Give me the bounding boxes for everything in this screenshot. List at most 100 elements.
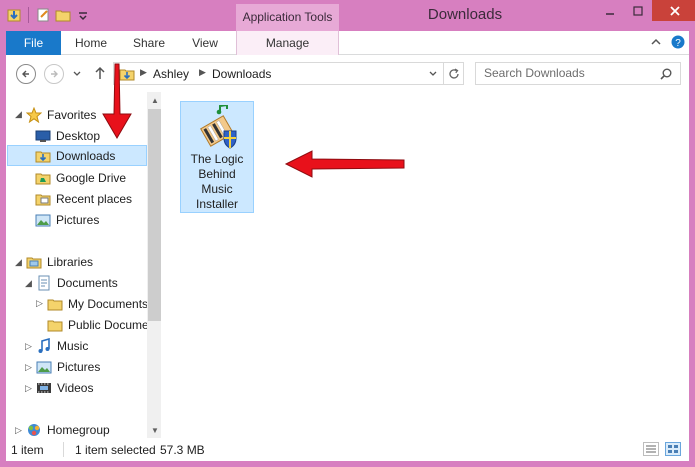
ribbon-tab-bar: File Home Share View Manage ?	[6, 31, 689, 55]
sidebar-item-homegroup[interactable]: Homegroup	[26, 419, 110, 438]
sidebar-item-music[interactable]: Music	[36, 335, 88, 356]
refresh-button[interactable]	[443, 63, 463, 84]
new-document-icon[interactable]	[35, 7, 51, 23]
sidebar-item-downloads[interactable]: Downloads	[7, 145, 147, 166]
title-bar: Application Tools Downloads	[0, 0, 695, 31]
properties-icon[interactable]	[6, 7, 22, 23]
view-switcher	[643, 442, 681, 456]
status-bar: 1 item 1 item selected 57.3 MB	[6, 438, 689, 461]
svg-text:?: ?	[675, 38, 681, 49]
tab-view[interactable]: View	[178, 31, 232, 55]
sidebar-item-recent-places[interactable]: Recent places	[35, 188, 132, 209]
expand-pictures-library-icon[interactable]: ▷	[25, 362, 32, 373]
back-arrow-icon	[22, 70, 29, 78]
tab-share[interactable]: Share	[122, 31, 176, 55]
search-box[interactable]	[475, 62, 681, 85]
sidebar-item-documents[interactable]: Documents	[36, 272, 118, 293]
sidebar-item-pictures[interactable]: Pictures	[35, 209, 99, 230]
address-bar[interactable]: ▶ Ashley ▶ Downloads	[113, 62, 464, 85]
scroll-down-icon[interactable]: ▼	[147, 422, 161, 438]
videos-icon	[37, 382, 51, 393]
sidebar-item-videos[interactable]: Videos	[36, 377, 93, 398]
file-item[interactable]: The Logic Behind Music Installer	[180, 101, 254, 213]
sidebar-item-my-documents[interactable]: My Documents	[47, 293, 148, 314]
sidebar-item-desktop[interactable]: Desktop	[35, 125, 100, 146]
pictures-icon	[35, 214, 51, 226]
window-title: Downloads	[427, 6, 503, 23]
installer-icon	[200, 105, 237, 149]
desktop-icon	[35, 130, 51, 142]
item-count: 1 item	[11, 443, 44, 457]
window-controls	[596, 0, 695, 22]
explorer-body: ◢ Favorites Desktop Downloads Google Dri…	[6, 92, 689, 438]
tab-home[interactable]: Home	[64, 31, 118, 55]
homegroup-icon	[28, 423, 40, 436]
scroll-up-icon[interactable]: ▲	[147, 92, 161, 108]
expand-videos-icon[interactable]: ▷	[25, 383, 32, 394]
explorer-window: Application Tools Downloads File Home Sh…	[0, 0, 695, 467]
ribbon-controls: ?	[651, 35, 685, 49]
file-list-pane[interactable]: The Logic Behind Music Installer	[164, 92, 689, 438]
libraries-header[interactable]: Libraries	[26, 251, 93, 272]
expand-libraries-icon[interactable]: ◢	[15, 257, 22, 268]
expand-documents-icon[interactable]: ◢	[25, 278, 32, 289]
downloads-folder-icon	[119, 69, 135, 81]
downloads-folder-icon	[35, 151, 51, 162]
details-view-glyph	[646, 445, 656, 453]
folder-icon	[47, 320, 63, 331]
star-icon	[26, 106, 42, 123]
music-icon	[38, 337, 50, 353]
tab-manage[interactable]: Manage	[236, 31, 339, 55]
maximize-icon	[633, 5, 643, 16]
search-icon[interactable]	[660, 68, 672, 80]
file-name: The Logic Behind Music Installer	[190, 152, 244, 211]
toolbar-separator	[28, 7, 29, 23]
recent-locations-chevron-icon[interactable]	[72, 69, 82, 79]
scrollbar-thumb[interactable]	[148, 109, 161, 321]
google-drive-icon	[35, 173, 51, 184]
navigation-bar: ▶ Ashley ▶ Downloads	[6, 55, 689, 92]
forward-button[interactable]	[44, 64, 64, 84]
folder-icon	[47, 299, 63, 310]
sidebar-item-public-documents[interactable]: Public Docume	[47, 314, 149, 335]
customize-toolbar-icon[interactable]	[75, 7, 91, 23]
chevron-down-icon	[429, 71, 437, 76]
help-icon[interactable]: ?	[671, 35, 685, 49]
up-arrow-icon[interactable]	[94, 66, 106, 80]
refresh-icon	[448, 67, 459, 79]
details-view-icon[interactable]	[643, 442, 659, 456]
large-icons-view-icon[interactable]	[665, 442, 681, 456]
expand-homegroup-icon[interactable]: ▷	[15, 425, 22, 436]
expand-music-icon[interactable]: ▷	[25, 341, 32, 352]
expand-ribbon-icon[interactable]	[651, 37, 661, 47]
documents-icon	[38, 275, 50, 290]
back-button[interactable]	[16, 64, 36, 84]
favorites-header[interactable]: Favorites	[26, 104, 96, 125]
minimize-button[interactable]	[596, 0, 624, 21]
sidebar-item-pictures-library[interactable]: Pictures	[36, 356, 100, 377]
expand-favorites-icon[interactable]: ◢	[15, 109, 22, 120]
large-icons-view-glyph	[668, 445, 678, 453]
maximize-button[interactable]	[624, 0, 652, 21]
breadcrumb-separator-icon[interactable]: ▶	[140, 67, 147, 78]
forward-arrow-icon	[51, 70, 58, 78]
new-folder-icon[interactable]	[55, 7, 71, 23]
libraries-icon	[26, 257, 42, 268]
application-tools-tab-group: Application Tools	[236, 4, 339, 31]
close-button[interactable]	[652, 0, 695, 21]
expand-my-documents-icon[interactable]: ▷	[36, 298, 43, 309]
breadcrumb-ashley[interactable]: Ashley	[153, 67, 189, 81]
selection-size: 57.3 MB	[160, 443, 205, 457]
search-input[interactable]	[484, 66, 654, 80]
breadcrumb-downloads[interactable]: Downloads	[212, 67, 271, 81]
recent-places-icon	[35, 194, 51, 205]
pictures-icon	[36, 361, 52, 373]
minimize-icon	[606, 12, 614, 15]
breadcrumb-separator-icon[interactable]: ▶	[199, 67, 206, 78]
sidebar-item-google-drive[interactable]: Google Drive	[35, 167, 126, 188]
navigation-pane-scrollbar[interactable]: ▲ ▼	[147, 92, 161, 438]
tab-file[interactable]: File	[6, 31, 61, 55]
close-icon	[670, 5, 680, 16]
selection-count: 1 item selected	[75, 443, 156, 457]
address-dropdown-button[interactable]	[423, 63, 443, 84]
